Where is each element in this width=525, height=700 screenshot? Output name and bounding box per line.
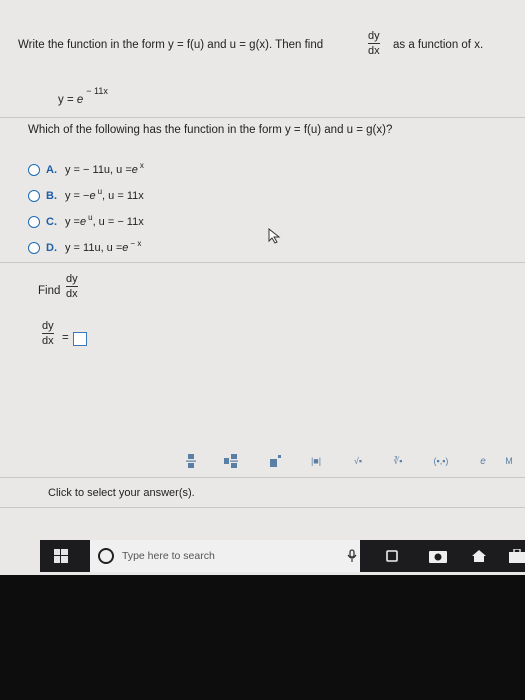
option-b[interactable]: B. y = − eu, u = 11x	[28, 186, 144, 206]
store-app-icon[interactable]	[508, 548, 525, 564]
exponent-icon	[270, 455, 281, 467]
taskbar-search[interactable]: Type here to search	[90, 540, 360, 572]
function-expression: y = e− 11x	[58, 86, 108, 106]
radio-b[interactable]	[28, 190, 40, 202]
cortana-circle-icon	[98, 548, 114, 564]
divider	[0, 262, 525, 263]
radio-d[interactable]	[28, 242, 40, 254]
radio-a[interactable]	[28, 164, 40, 176]
camera-app-icon[interactable]	[428, 548, 448, 564]
task-view-icon[interactable]	[384, 548, 400, 564]
find-label: Find	[38, 285, 61, 297]
option-a[interactable]: A. y = − 11u, u = ex	[28, 160, 144, 180]
mixed-number-button[interactable]	[218, 450, 244, 472]
fraction-button[interactable]	[178, 450, 204, 472]
photo-of-screen: Write the function in the form y = f(u) …	[0, 0, 525, 700]
screen: Write the function in the form y = f(u) …	[0, 0, 525, 575]
option-d[interactable]: D. y = 11u, u = e − x	[28, 238, 141, 258]
option-c[interactable]: C. y = eu, u = − 11x	[28, 212, 144, 232]
absolute-value-button[interactable]: |■|	[302, 450, 330, 472]
divider	[0, 117, 525, 118]
exponent-button[interactable]	[262, 450, 288, 472]
answer-input[interactable]	[73, 332, 87, 346]
e-button[interactable]: e	[474, 450, 492, 472]
question-which: Which of the following has the function …	[28, 124, 393, 136]
mouse-cursor-icon	[268, 228, 281, 244]
find-fraction: dy dx	[66, 273, 78, 300]
microphone-icon[interactable]	[344, 548, 360, 564]
divider	[0, 477, 525, 478]
equals-sign: =	[62, 332, 69, 344]
windows-taskbar: Type here to search	[40, 540, 525, 572]
question-intro: Write the function in the form y = f(u) …	[18, 39, 324, 51]
home-app-icon[interactable]	[470, 548, 488, 564]
answer-fraction: dy dx	[42, 320, 54, 347]
sqrt-button[interactable]: √▪	[344, 450, 372, 472]
question-intro-end: as a function of x.	[393, 39, 484, 51]
windows-start-icon[interactable]	[54, 549, 68, 563]
dy-dx-fraction: dy dx	[368, 30, 380, 57]
cube-root-button[interactable]: ∛▪	[384, 450, 412, 472]
fraction-icon	[186, 454, 196, 468]
more-button[interactable]: M	[500, 450, 518, 472]
search-placeholder: Type here to search	[122, 550, 215, 562]
ordered-pair-button[interactable]: (▪,▪)	[426, 450, 456, 472]
divider	[0, 507, 525, 508]
instruction-text: Click to select your answer(s).	[48, 487, 195, 499]
radio-c[interactable]	[28, 216, 40, 228]
mixed-fraction-icon	[224, 454, 238, 468]
